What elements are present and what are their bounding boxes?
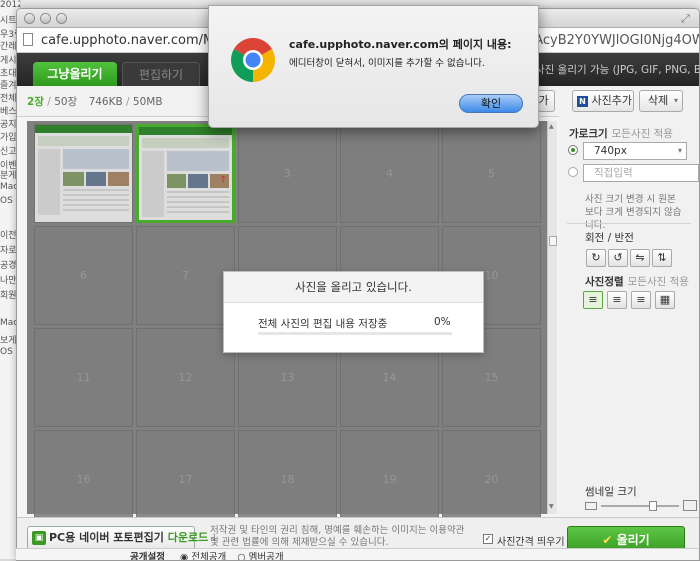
rotate-right-icon[interactable]: ↻ <box>586 249 606 267</box>
align-right-icon[interactable]: ≡ <box>631 291 651 309</box>
align-center-icon[interactable]: ≡ <box>607 291 627 309</box>
scroll-up-icon[interactable]: ▲ <box>549 123 554 130</box>
chevron-down-icon: ▾ <box>677 146 682 155</box>
width-custom-radio[interactable] <box>568 167 578 177</box>
align-label: 사진정렬 모든사진 적용 <box>585 274 689 289</box>
direct-input-placeholder: 직접입력 <box>594 167 633 179</box>
upload-format-hint: 사진 올리기 가능 (JPG, GIF, PNG, BMP) <box>535 64 699 76</box>
thumbnail-slider-handle[interactable] <box>649 501 657 511</box>
width-label: 가로크기 모든사진 적용 <box>569 126 673 141</box>
add-photo-button[interactable]: N 사진추가 <box>572 90 634 112</box>
flip-vertical-icon[interactable]: ⇅ <box>652 249 672 267</box>
current-count: 2장 <box>27 96 44 108</box>
thumbnail-large-icon <box>683 500 697 511</box>
delete-label: 삭제 <box>648 94 669 107</box>
tab-simple-upload[interactable]: 그냥올리기 <box>33 62 117 86</box>
align-apply-all: 모든사진 적용 <box>627 276 689 288</box>
spacing-label: 사진간격 띄우기 <box>497 537 565 548</box>
upload-progress-modal: 사진을 올리고 있습니다. 전체 사진의 편집 내용 저장중 0% <box>223 271 484 353</box>
download-link: 다운로드 <box>167 531 209 544</box>
add-photo-label: 사진추가 <box>591 94 632 107</box>
flip-horizontal-icon[interactable]: ⇋ <box>630 249 650 267</box>
rotate-left-icon[interactable]: ↺ <box>608 249 628 267</box>
url-tail-text: MAcyB2Y0YWJlOGI0Njg4OW... <box>523 33 700 48</box>
rotate-label: 회전 / 반전 <box>585 232 634 244</box>
grid-scrollbar[interactable]: ▲ ▼ <box>547 121 557 514</box>
width-select-value: 740px <box>594 145 627 157</box>
progress-track <box>258 332 452 335</box>
align-label-text: 사진정렬 <box>585 276 624 288</box>
width-direct-input[interactable]: 직접입력 <box>583 164 699 182</box>
width-select[interactable]: 740px ▾ <box>583 142 687 160</box>
progress-title: 사진을 올리고 있습니다. <box>224 272 483 303</box>
panel-divider <box>567 223 691 224</box>
chevron-down-icon: ▾ <box>673 96 678 105</box>
width-note: 사진 크기 변경 시 원본보다 크게 변경되지 않습니다. <box>585 194 682 231</box>
page-bottom-strip: 공개설정 ◉ 전체공개 ○ 멤버공개 <box>16 548 698 560</box>
page-icon <box>23 33 33 46</box>
size-separator: / <box>122 96 133 108</box>
thumbnail-slider-track[interactable] <box>601 505 679 507</box>
width-preset-radio[interactable] <box>568 145 578 155</box>
width-apply-all: 모든사진 적용 <box>611 128 673 140</box>
size-used: 746KB <box>88 96 123 108</box>
progress-percent: 0% <box>434 316 451 328</box>
check-icon: ✔ <box>602 533 613 547</box>
copyright-notice: 저작권 및 타인의 권리 침해, 명예를 훼손하는 이미지는 이용약관 및 관련… <box>210 525 465 548</box>
download-prefix: PC용 네이버 포토편집기 <box>49 531 168 544</box>
settings-panel: 가로크기 모든사진 적용 740px ▾ 직접입력 사진 크기 변경 시 원본보다 … <box>559 116 699 516</box>
alert-ok-button[interactable]: 확인 <box>459 94 523 113</box>
fullscreen-icon[interactable]: ⤢ <box>681 12 690 26</box>
align-grid-icon[interactable]: ▦ <box>655 291 675 309</box>
naver-n-icon: N <box>577 95 588 107</box>
close-window-button[interactable] <box>24 13 35 24</box>
alert-title: cafe.upphoto.naver.com의 페이지 내용: <box>289 38 512 51</box>
thumbnail-small-icon <box>585 502 597 510</box>
chrome-alert-dialog: cafe.upphoto.naver.com의 페이지 내용: 에디터창이 닫혀… <box>208 5 539 128</box>
minimize-window-button[interactable] <box>40 13 51 24</box>
download-editor-button[interactable]: ▣ PC용 네이버 포토편집기 다운로드 ⤓ <box>27 526 217 550</box>
chrome-logo-icon <box>231 38 275 82</box>
upload-label: 올리기 <box>616 533 650 547</box>
photo-editor-icon: ▣ <box>32 531 46 545</box>
delete-button[interactable]: 삭제 ▾ <box>639 90 683 112</box>
size-limit: 50MB <box>132 96 163 108</box>
tab-edit[interactable]: 편집하기 <box>122 62 200 86</box>
progress-message: 전체 사진의 편집 내용 저장중 <box>258 318 388 330</box>
alert-message: 에디터창이 닫혀서, 이미지를 추가할 수 없습니다. <box>289 58 485 69</box>
scroll-down-icon[interactable]: ▼ <box>549 503 554 510</box>
width-label-text: 가로크기 <box>569 128 608 140</box>
zoom-window-button[interactable] <box>56 13 67 24</box>
photo-count: 2장 / 50장 746KB / 50MB <box>27 94 163 109</box>
count-separator: / <box>43 96 55 108</box>
scroll-thumb[interactable] <box>549 236 557 246</box>
spacing-checkbox[interactable]: ✓ <box>483 534 493 544</box>
total-count: 50장 <box>54 96 78 108</box>
align-left-icon[interactable]: ≡ <box>583 291 603 309</box>
thumbnail-size-label: 썸네일 크기 <box>585 486 637 498</box>
